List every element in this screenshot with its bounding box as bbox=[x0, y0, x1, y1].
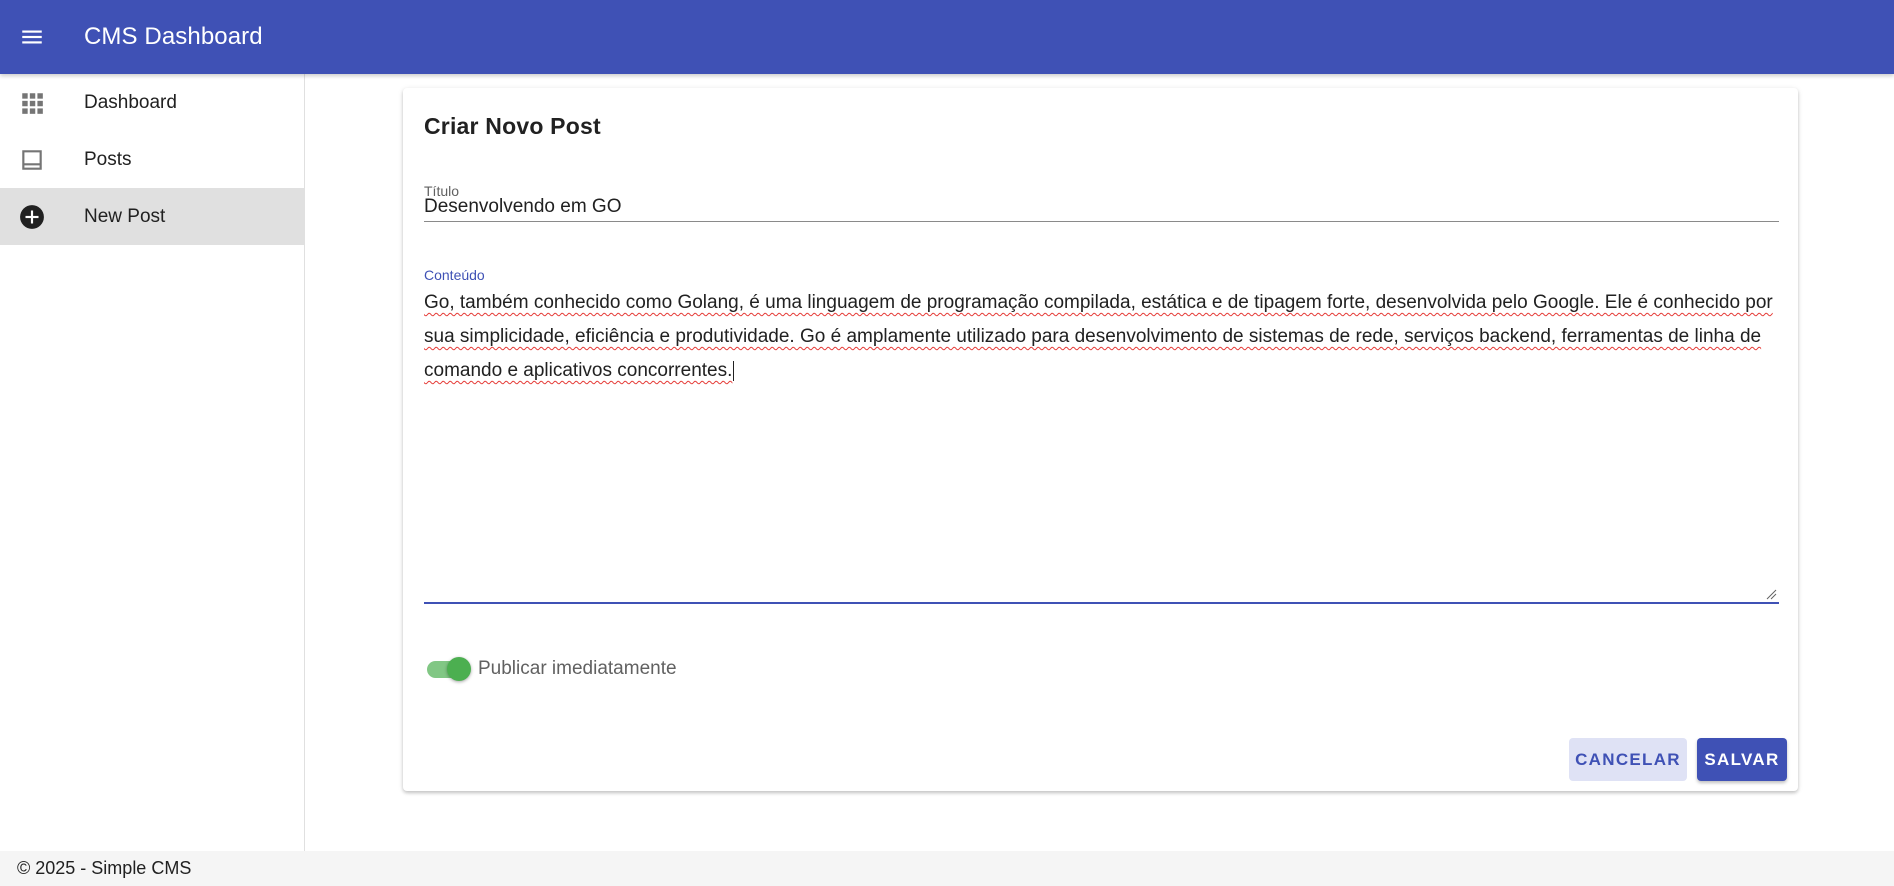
app-title: CMS Dashboard bbox=[84, 23, 263, 50]
app-root: CMS Dashboard Dashboard Posts New Post C… bbox=[0, 0, 1894, 886]
content-textarea[interactable]: Go, também conhecido como Golang, é uma … bbox=[424, 271, 1779, 604]
cancel-button[interactable]: CANCELAR bbox=[1569, 738, 1687, 781]
sidebar: Dashboard Posts New Post bbox=[0, 74, 305, 851]
app-bar: CMS Dashboard bbox=[0, 0, 1894, 74]
article-icon bbox=[0, 147, 84, 173]
sidebar-item-posts[interactable]: Posts bbox=[0, 131, 304, 188]
add-circle-icon bbox=[0, 204, 84, 230]
menu-button[interactable] bbox=[0, 0, 64, 74]
main-content: Criar Novo Post Título Conteúdo Go, tamb… bbox=[305, 74, 1894, 851]
title-input[interactable] bbox=[424, 192, 1779, 222]
sidebar-item-new-post[interactable]: New Post bbox=[0, 188, 304, 245]
form-heading: Criar Novo Post bbox=[424, 113, 601, 139]
save-button[interactable]: SALVAR bbox=[1697, 738, 1787, 781]
text-caret bbox=[733, 360, 735, 381]
publish-toggle-label: Publicar imediatamente bbox=[478, 658, 677, 679]
sidebar-item-label: Posts bbox=[84, 148, 132, 170]
sidebar-item-label: Dashboard bbox=[84, 91, 177, 113]
footer-text: © 2025 - Simple CMS bbox=[17, 858, 192, 878]
publish-toggle-row[interactable]: Publicar imediatamente bbox=[424, 654, 677, 684]
resize-handle-icon[interactable] bbox=[1765, 588, 1777, 600]
new-post-form-card: Criar Novo Post Título Conteúdo Go, tamb… bbox=[403, 88, 1798, 791]
content-text: Go, também conhecido como Golang, é uma … bbox=[424, 292, 1773, 381]
publish-toggle[interactable] bbox=[424, 654, 472, 684]
sidebar-item-label: New Post bbox=[84, 205, 166, 227]
hamburger-menu-icon bbox=[22, 30, 42, 44]
footer: © 2025 - Simple CMS bbox=[0, 851, 1894, 886]
toggle-thumb bbox=[447, 657, 471, 681]
apps-grid-icon bbox=[0, 90, 84, 116]
sidebar-item-dashboard[interactable]: Dashboard bbox=[0, 74, 304, 131]
